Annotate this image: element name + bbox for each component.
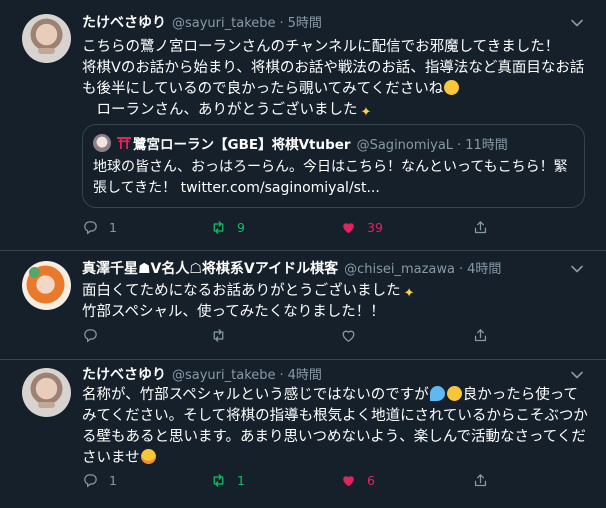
retweet-icon [213,221,224,234]
share-icon [474,329,487,342]
avatar[interactable] [22,14,71,63]
reply-button[interactable]: 1 [82,472,117,489]
tweet-text-part: 名称が、竹部スペシャルという感じではないのですが [82,387,429,403]
quoted-handle[interactable]: @SaginomiyaL [357,138,453,153]
quoted-tweet[interactable]: 鷺宮ローラン【GBE】将棋Vtuber @SaginomiyaL · 11時間 … [82,124,585,208]
like-button[interactable] [340,327,367,344]
heart-filled-icon [343,476,354,487]
sparkles-icon: ✦ [360,105,372,120]
timestamp[interactable]: 4時間 [288,364,322,383]
tweet[interactable]: たけべさゆり @sayuri_takebe · 4時間 名称が、竹部スペシャルと… [0,359,606,508]
sparkles-icon: ✦ [403,286,415,301]
display-name[interactable]: たけべさゆり [82,12,166,32]
reply-icon [84,221,97,235]
display-name[interactable]: たけべさゆり [82,364,166,384]
tweet-header: たけべさゆり @sayuri_takebe · 5時間 [82,12,322,32]
retweet-count: 9 [237,220,245,235]
chevron-down-icon[interactable] [570,368,584,382]
tweet-header: 真澤千星☗V名人☖将棋系Vアイドル棋客 @chisei_mazawa · 4時間 [82,258,501,278]
share-button[interactable] [472,472,499,489]
smiling-face-icon [140,449,156,464]
quoted-text: 地球の皆さん、おっはろーらん。今日はこちら！なんといってもこちら！緊張してきた！… [93,159,568,196]
like-count: 39 [367,220,383,235]
like-button[interactable]: 6 [340,472,375,489]
share-button[interactable] [472,327,499,344]
heart-icon [342,330,355,342]
separator: · [279,16,284,31]
share-button[interactable] [472,219,499,236]
tweet-actions: 1 9 39 [82,219,562,239]
tweet[interactable]: たけべさゆり @sayuri_takebe · 5時間 こちらの鷺ノ宮ローランさ… [0,0,606,251]
reply-button[interactable] [82,327,109,344]
share-icon [474,221,487,234]
separator: · [457,138,462,153]
tweet-actions [82,327,562,347]
retweet-count: 1 [237,473,245,488]
reply-count: 1 [109,473,117,488]
tweet-text: こちらの鷺ノ宮ローランさんのチャンネルに配信でお邪魔してきました！ 将棋Vのお話… [82,37,592,121]
reply-button[interactable]: 1 [82,219,117,236]
handle[interactable]: @sayuri_takebe [172,16,276,31]
handle[interactable]: @chisei_mazawa [344,262,455,277]
tweet-text: 面白くてためになるお話ありがとうございました ✦ 竹部スペシャル、使ってみたくなり… [82,281,592,323]
retweet-icon [213,329,224,342]
share-icon [474,474,487,487]
tweet-text-part: 竹部スペシャル、使ってみたくなりました！！ [82,304,385,320]
quoted-display-name[interactable]: 鷺宮ローラン【GBE】将棋Vtuber [133,133,351,153]
retweet-button[interactable] [210,327,237,344]
separator: · [458,262,464,277]
tweet-actions: 1 1 6 [82,472,562,492]
retweet-button[interactable]: 1 [210,472,245,489]
quoted-timestamp[interactable]: 11時間 [465,134,508,153]
timestamp[interactable]: 4時間 [467,258,501,277]
tweet-text-part: 面白くてためになるお話ありがとうございました [82,283,401,299]
avatar[interactable] [22,261,71,310]
tweet-text: 名称が、竹部スペシャルという感じではないのですが 良かったら使ってみてください。そ… [82,385,592,469]
sweat-droplets-icon [429,386,445,401]
chevron-down-icon[interactable] [570,16,584,30]
like-button[interactable]: 39 [340,219,383,236]
reply-icon [84,329,97,343]
chevron-down-icon[interactable] [570,262,584,276]
retweet-button[interactable]: 9 [210,219,245,236]
tweet-header: たけべさゆり @sayuri_takebe · 4時間 [82,364,322,384]
quoted-header: 鷺宮ローラン【GBE】将棋Vtuber @SaginomiyaL · 11時間 [117,133,508,153]
like-count: 6 [367,473,375,488]
timestamp[interactable]: 5時間 [288,12,322,31]
separator: · [279,368,284,383]
avatar[interactable] [22,368,71,417]
tweet-text-part: こちらの鷺ノ宮ローランさんのチャンネルに配信でお邪魔してきました！ 将棋Vのお話… [82,39,585,97]
heart-filled-icon [343,223,354,234]
tweet[interactable]: 真澤千星☗V名人☖将棋系Vアイドル棋客 @chisei_mazawa · 4時間… [0,250,606,360]
reply-count: 1 [109,220,117,235]
display-name[interactable]: 真澤千星☗V名人☖将棋系Vアイドル棋客 [82,258,338,278]
retweet-icon [213,474,224,487]
reply-icon [84,474,97,488]
torii-gate-icon [117,137,131,149]
smiling-face-emoji-icon [444,80,460,95]
handle[interactable]: @sayuri_takebe [172,368,276,383]
quoted-avatar[interactable] [93,134,111,152]
tweet-text-part: ローランさん、ありがとうございました [82,102,358,118]
grinning-face-with-sweat-icon [446,386,462,401]
